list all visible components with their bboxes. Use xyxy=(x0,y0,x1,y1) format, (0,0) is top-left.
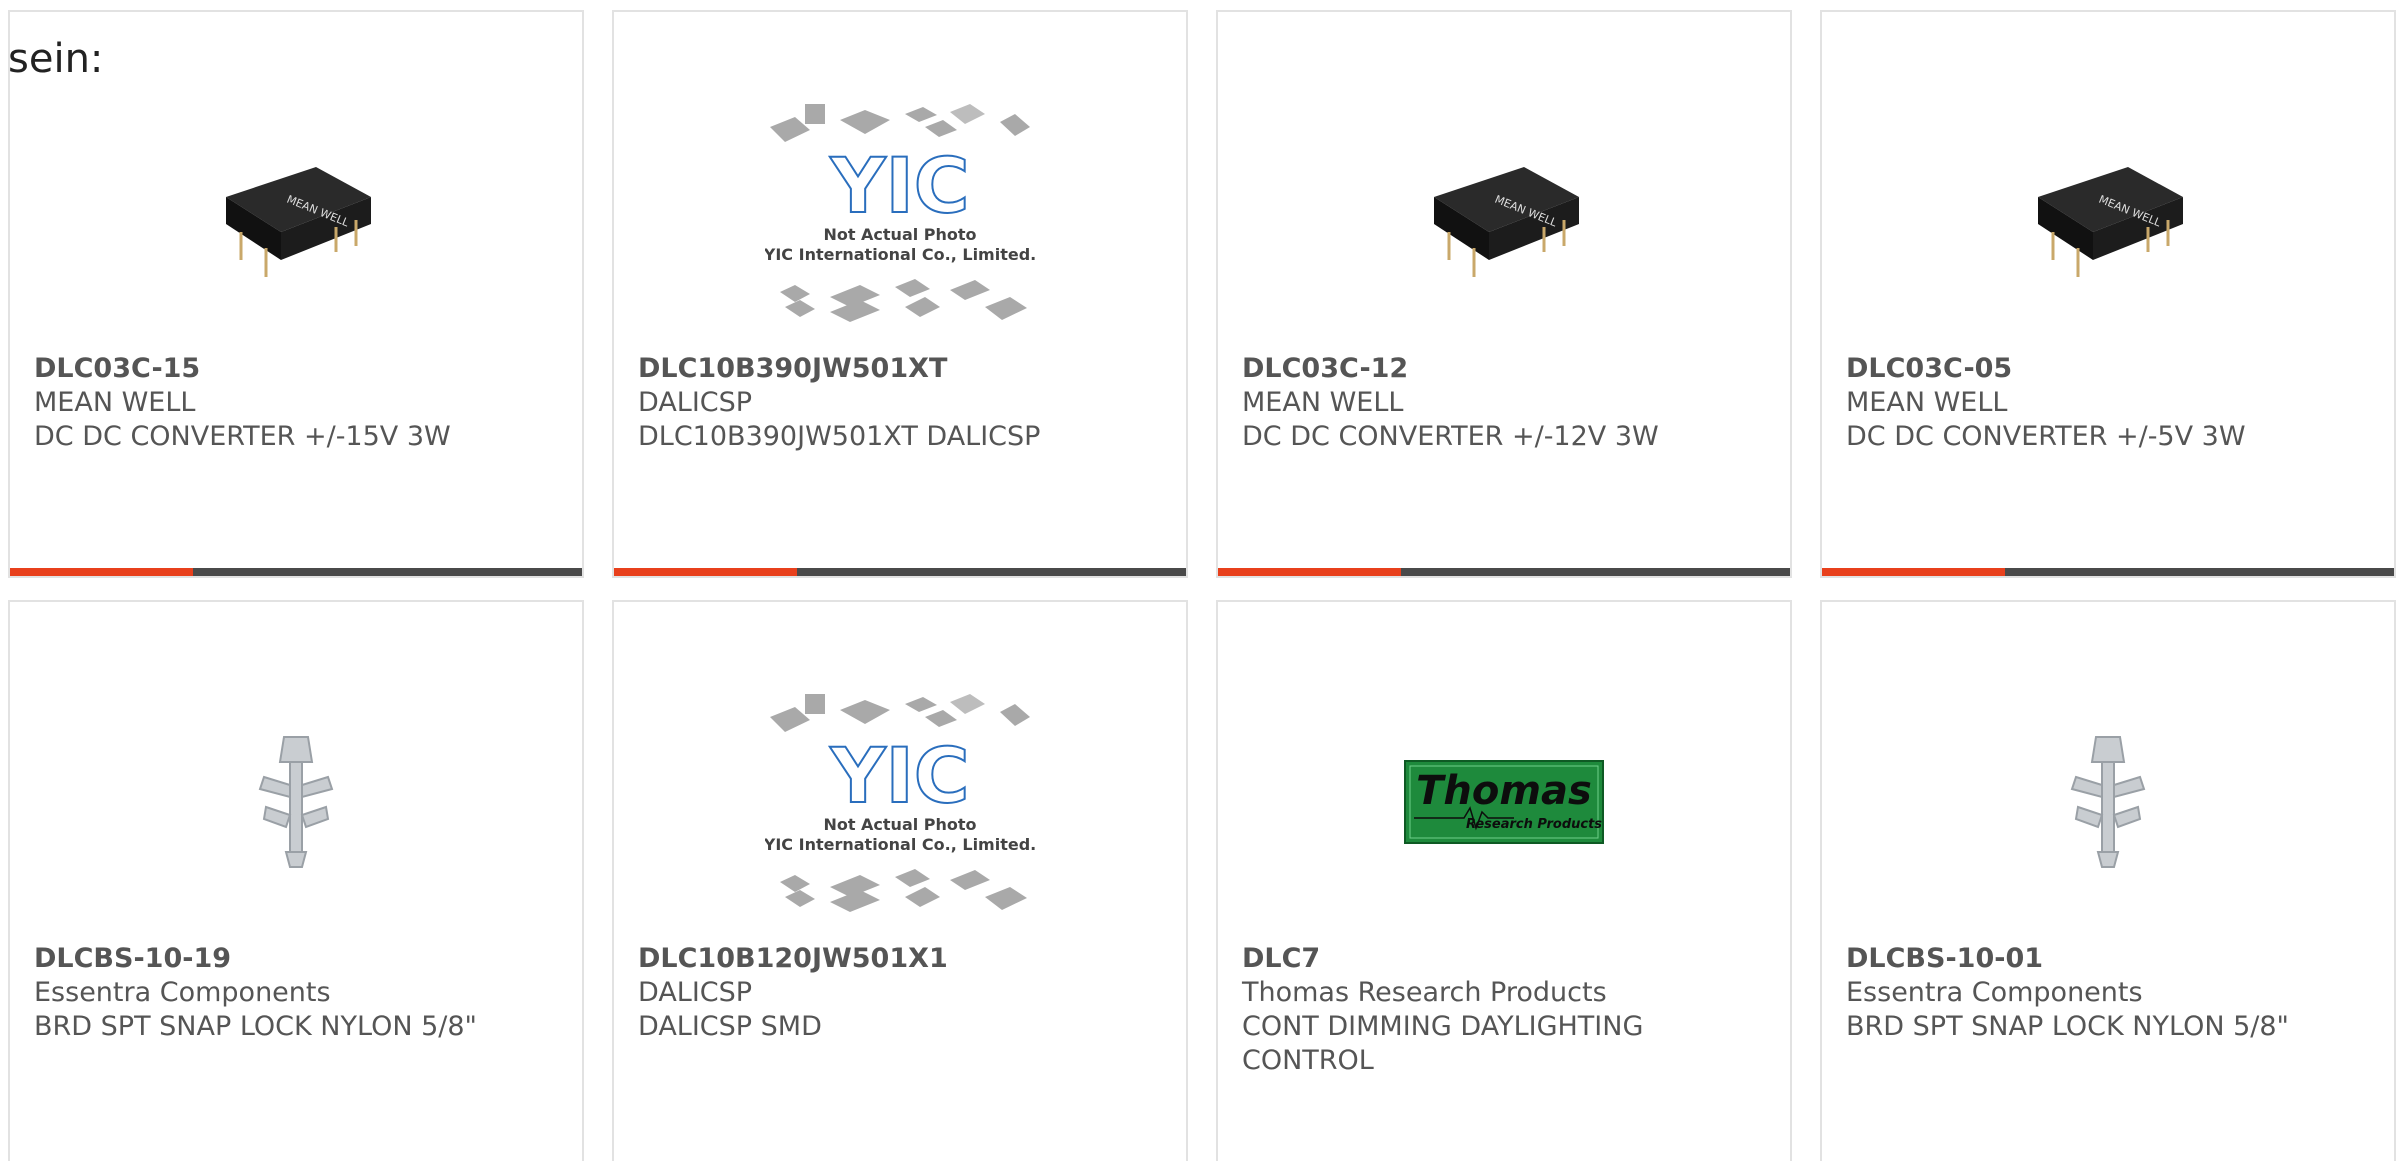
svg-text:YIC International Co., Limited: YIC International Co., Limited. xyxy=(765,245,1035,264)
svg-text:Research Products: Research Products xyxy=(1466,817,1602,832)
part-number[interactable]: DLCBS-10-19 xyxy=(34,942,558,976)
svg-text:YIC International Co., Limited: YIC International Co., Limited. xyxy=(765,835,1035,854)
card-bar-accent xyxy=(1218,568,1401,576)
description: DC DC CONVERTER +/-5V 3W xyxy=(1846,421,2246,452)
product-image[interactable]: MEAN WELL xyxy=(10,72,582,352)
part-number[interactable]: DLC10B120JW501X1 xyxy=(638,942,1162,976)
svg-text:Not Actual Photo: Not Actual Photo xyxy=(823,815,976,834)
manufacturer: Essentra Components xyxy=(1846,977,2143,1008)
card-bar xyxy=(10,568,582,576)
product-info: DLCBS-10-19 Essentra Components BRD SPT … xyxy=(34,942,558,1044)
product-info: DLC03C-15 MEAN WELL DC DC CONVERTER +/-1… xyxy=(34,352,558,454)
product-image[interactable]: YIC Not Actual Photo YIC International C… xyxy=(614,662,1186,942)
snap-lock-image xyxy=(258,736,334,868)
part-number[interactable]: DLC03C-05 xyxy=(1846,352,2370,386)
card-bar xyxy=(1218,568,1790,576)
part-number[interactable]: DLC03C-15 xyxy=(34,352,558,386)
description: DALICSP SMD xyxy=(638,1011,822,1042)
product-card[interactable]: YIC Not Actual Photo YIC International C… xyxy=(612,10,1188,578)
product-info: DLC03C-12 MEAN WELL DC DC CONVERTER +/-1… xyxy=(1242,352,1766,454)
part-number[interactable]: DLC7 xyxy=(1242,942,1766,976)
card-bar xyxy=(1822,568,2394,576)
product-card[interactable]: MEAN WELL DLC03C-12 MEAN WELL DC DC CONV… xyxy=(1216,10,1792,578)
product-info: DLC7 Thomas Research Products CONT DIMMI… xyxy=(1242,942,1766,1078)
placeholder-photo-image: YIC Not Actual Photo YIC International C… xyxy=(765,694,1035,912)
card-bar xyxy=(614,568,1186,576)
card-bar-accent xyxy=(10,568,193,576)
placeholder-photo-image: YIC Not Actual Photo YIC International C… xyxy=(765,104,1035,322)
heading-fragment: sein: xyxy=(8,36,104,82)
description: DLC10B390JW501XT DALICSP xyxy=(638,421,1041,452)
product-card[interactable]: MEAN WELL DLC03C-05 MEAN WELL DC DC CONV… xyxy=(1820,10,2396,578)
product-info: DLCBS-10-01 Essentra Components BRD SPT … xyxy=(1846,942,2370,1044)
snap-lock-image xyxy=(2070,736,2146,868)
svg-text:Not Actual Photo: Not Actual Photo xyxy=(823,225,976,244)
product-image[interactable]: YIC Not Actual Photo YIC International C… xyxy=(614,72,1186,352)
product-card[interactable]: DLCBS-10-01 Essentra Components BRD SPT … xyxy=(1820,600,2396,1161)
description: BRD SPT SNAP LOCK NYLON 5/8" xyxy=(1846,1011,2289,1042)
product-card[interactable]: Thomas Research Products DLC7 Thomas Res… xyxy=(1216,600,1792,1161)
svg-text:Thomas: Thomas xyxy=(1416,768,1592,814)
dc-converter-image: MEAN WELL xyxy=(1434,167,1579,277)
description: BRD SPT SNAP LOCK NYLON 5/8" xyxy=(34,1011,477,1042)
product-image[interactable]: Thomas Research Products xyxy=(1218,662,1790,942)
product-card[interactable]: MEAN WELL DLC03C-15 MEAN WELL DC DC CONV… xyxy=(8,10,584,578)
manufacturer: MEAN WELL xyxy=(1242,387,1404,418)
manufacturer: DALICSP xyxy=(638,387,753,418)
dc-converter-image: MEAN WELL xyxy=(226,167,371,277)
product-image[interactable] xyxy=(1822,662,2394,942)
part-number[interactable]: DLCBS-10-01 xyxy=(1846,942,2370,976)
manufacturer: MEAN WELL xyxy=(1846,387,2008,418)
product-image[interactable] xyxy=(10,662,582,942)
product-card[interactable]: YIC Not Actual Photo YIC International C… xyxy=(612,600,1188,1161)
manufacturer: DALICSP xyxy=(638,977,753,1008)
manufacturer: Thomas Research Products xyxy=(1242,977,1607,1008)
thomas-logo-image: Thomas Research Products xyxy=(1404,760,1604,844)
svg-text:YIC: YIC xyxy=(829,731,969,820)
description: DC DC CONVERTER +/-15V 3W xyxy=(34,421,451,452)
product-grid-page: MEAN WELL DLC03C-15 MEAN WELL DC DC CONV… xyxy=(0,0,2400,1161)
part-number[interactable]: DLC03C-12 xyxy=(1242,352,1766,386)
product-image[interactable]: MEAN WELL xyxy=(1218,72,1790,352)
product-image[interactable]: MEAN WELL xyxy=(1822,72,2394,352)
svg-text:YIC: YIC xyxy=(829,141,969,230)
description: CONT DIMMING DAYLIGHTING CONTROL xyxy=(1242,1011,1644,1076)
description: DC DC CONVERTER +/-12V 3W xyxy=(1242,421,1659,452)
manufacturer: MEAN WELL xyxy=(34,387,196,418)
part-number[interactable]: DLC10B390JW501XT xyxy=(638,352,1162,386)
product-info: DLC03C-05 MEAN WELL DC DC CONVERTER +/-5… xyxy=(1846,352,2370,454)
dc-converter-image: MEAN WELL xyxy=(2038,167,2183,277)
product-info: DLC10B390JW501XT DALICSP DLC10B390JW501X… xyxy=(638,352,1162,454)
product-card[interactable]: DLCBS-10-19 Essentra Components BRD SPT … xyxy=(8,600,584,1161)
manufacturer: Essentra Components xyxy=(34,977,331,1008)
product-info: DLC10B120JW501X1 DALICSP DALICSP SMD xyxy=(638,942,1162,1044)
card-bar-accent xyxy=(614,568,797,576)
card-bar-accent xyxy=(1822,568,2005,576)
